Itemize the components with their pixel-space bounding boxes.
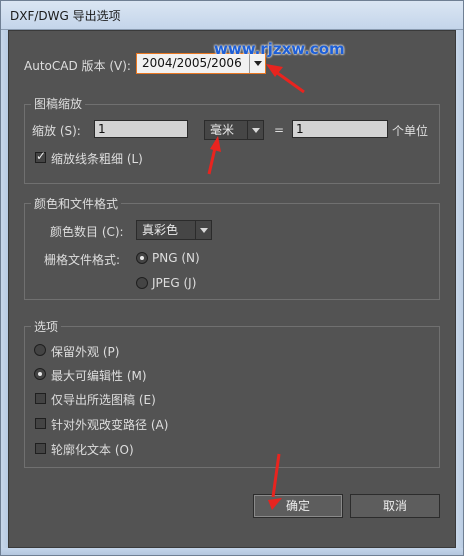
annotation-arrows [207, 64, 305, 510]
arrow-to-unit-icon [207, 147, 217, 175]
arrow-to-version-icon [275, 70, 305, 94]
arrowhead-unit-icon [210, 136, 221, 152]
arrow-to-ok-icon [271, 453, 281, 498]
arrowhead-ok-icon [268, 498, 282, 510]
